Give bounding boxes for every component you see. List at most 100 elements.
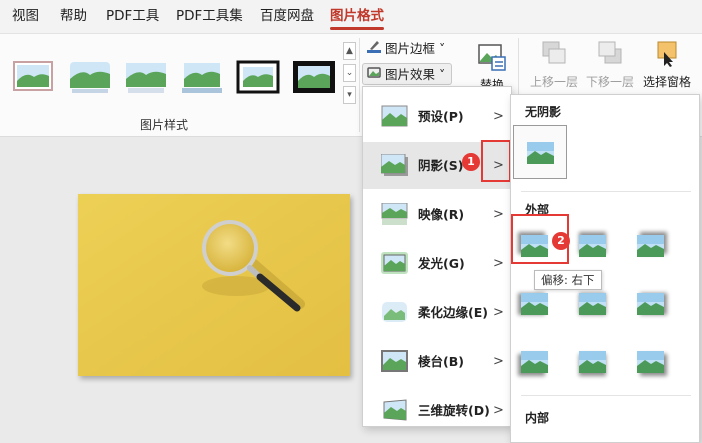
style-thumb-2[interactable] [68, 59, 112, 95]
picture-style-icon [70, 62, 110, 93]
tab-baidu-netdisk[interactable]: 百度网盘 [260, 0, 314, 33]
chevron-up-icon: ▲ [346, 46, 353, 56]
pen-border-icon [366, 38, 382, 61]
selection-pane-label: 选择窗格 [642, 75, 691, 89]
section-title-inner: 内部 [525, 411, 550, 425]
menu-label: 映像(R) [418, 207, 465, 222]
picture-effects-label: 图片效果 [385, 67, 436, 82]
chevron-right-icon: > [493, 305, 504, 320]
picture-thumb-icon [637, 235, 664, 257]
style-thumb-1[interactable] [12, 59, 56, 95]
menu-item-reflection[interactable]: 映像(R) > [363, 191, 511, 238]
outer-shadow-option[interactable] [579, 293, 606, 315]
picture-effects-button[interactable]: 图片效果 ˅ [362, 63, 453, 87]
outer-shadow-option[interactable] [637, 293, 664, 315]
soft-edges-effect-icon [382, 302, 407, 322]
no-shadow-option[interactable] [513, 125, 567, 179]
picture-style-icon [182, 63, 222, 93]
style-thumb-4[interactable] [180, 59, 224, 95]
outer-shadow-option[interactable] [521, 351, 548, 373]
outer-shadow-option[interactable] [579, 235, 606, 257]
menu-label: 柔化边缘(E) [418, 305, 488, 320]
more-icon: ▾ [347, 90, 352, 100]
picture-thumb-icon [579, 293, 606, 315]
send-backward-button[interactable]: 下移一层 [584, 40, 636, 90]
magnifying-glass-photo [78, 194, 350, 376]
tab-view[interactable]: 视图 [12, 0, 39, 33]
chevron-right-icon: > [493, 403, 504, 418]
style-thumb-3[interactable] [124, 59, 168, 95]
picture-style-icon [13, 61, 53, 91]
preset-effect-icon [381, 105, 408, 127]
menu-item-bevel[interactable]: 棱台(B) > [363, 338, 511, 385]
picture-style-icon [293, 61, 335, 93]
outer-shadow-option[interactable] [637, 235, 664, 257]
section-title-no-shadow: 无阴影 [525, 105, 562, 119]
gallery-more-button[interactable]: ▾ [343, 86, 356, 104]
menu-label: 发光(G) [418, 256, 465, 271]
picture-thumb-icon [637, 351, 664, 373]
outer-shadow-option[interactable] [521, 293, 548, 315]
send-backward-label: 下移一层 [585, 75, 634, 89]
tab-help[interactable]: 帮助 [60, 0, 87, 33]
chevron-right-icon: > [493, 109, 504, 124]
picture-border-button[interactable]: 图片边框 ˅ [366, 38, 445, 60]
bevel-effect-icon [381, 350, 408, 372]
group-label-picture-styles: 图片样式 [140, 118, 189, 132]
picture-thumb-icon [527, 142, 554, 164]
gallery-scroll-down-button[interactable]: ⌄ [343, 64, 356, 82]
tab-picture-format[interactable]: 图片格式 [330, 0, 384, 33]
chevron-down-icon: ⌄ [345, 68, 354, 78]
chevron-right-icon: > [493, 354, 504, 369]
shadow-tooltip: 偏移: 右下 [534, 270, 602, 290]
menu-label: 三维旋转(D) [418, 403, 490, 418]
menu-item-3d-rotation[interactable]: 三维旋转(D) > [363, 387, 511, 434]
picture-effects-menu: 预设(P) > 阴影(S) > 映像(R) > 发光(G) > 柔化边缘(E) … [362, 86, 512, 427]
selected-picture[interactable] [78, 194, 350, 376]
outer-shadow-option[interactable] [637, 351, 664, 373]
picture-thumb-icon [521, 293, 548, 315]
divider [359, 38, 360, 132]
glow-effect-icon [381, 252, 408, 274]
menu-label: 预设(P) [418, 109, 464, 124]
tab-pdf-toolset[interactable]: PDF工具集 [176, 0, 243, 33]
menu-item-glow[interactable]: 发光(G) > [363, 240, 511, 287]
menu-item-soft-edges[interactable]: 柔化边缘(E) > [363, 289, 511, 336]
divider [518, 38, 519, 98]
style-thumb-5[interactable] [236, 59, 280, 95]
replace-picture-icon [474, 42, 510, 75]
picture-thumb-icon [521, 351, 548, 373]
step-marker-1: 1 [462, 153, 480, 171]
bring-forward-label: 上移一层 [529, 75, 578, 89]
3d-rotation-effect-icon [383, 399, 407, 421]
menu-item-preset[interactable]: 预设(P) > [363, 93, 511, 140]
shadow-submenu: 无阴影 外部 内部 [510, 94, 700, 443]
chevron-down-icon: ˅ [435, 67, 446, 82]
menu-label: 阴影(S) [418, 158, 464, 173]
reflection-effect-icon [381, 203, 408, 225]
bring-forward-button[interactable]: 上移一层 [528, 40, 580, 90]
chevron-right-icon: > [493, 256, 504, 271]
shadow-effect-icon [381, 154, 408, 176]
picture-thumb-icon [579, 235, 606, 257]
chevron-down-icon: ˅ [435, 41, 446, 56]
tab-pdf-tools[interactable]: PDF工具 [106, 0, 159, 33]
picture-style-icon [126, 63, 166, 93]
picture-style-icon [236, 60, 280, 94]
picture-thumb-icon [579, 351, 606, 373]
chevron-right-icon: > [493, 207, 504, 222]
highlight-box-shadow-arrow [481, 140, 511, 182]
selection-pane-icon [640, 40, 694, 71]
effects-icon [366, 64, 382, 87]
menu-label: 棱台(B) [418, 354, 464, 369]
step-marker-2: 2 [552, 232, 570, 250]
selection-pane-button[interactable]: 选择窗格 [640, 40, 694, 90]
bring-forward-icon [528, 40, 580, 71]
picture-border-label: 图片边框 [385, 41, 436, 56]
gallery-scroll-up-button[interactable]: ▲ [343, 42, 356, 60]
send-backward-icon [584, 40, 636, 71]
outer-shadow-option[interactable] [579, 351, 606, 373]
divider [521, 191, 691, 192]
ribbon-tab-bar: 视图 帮助 PDF工具 PDF工具集 百度网盘 图片格式 [0, 0, 702, 33]
style-thumb-6[interactable] [292, 59, 336, 95]
